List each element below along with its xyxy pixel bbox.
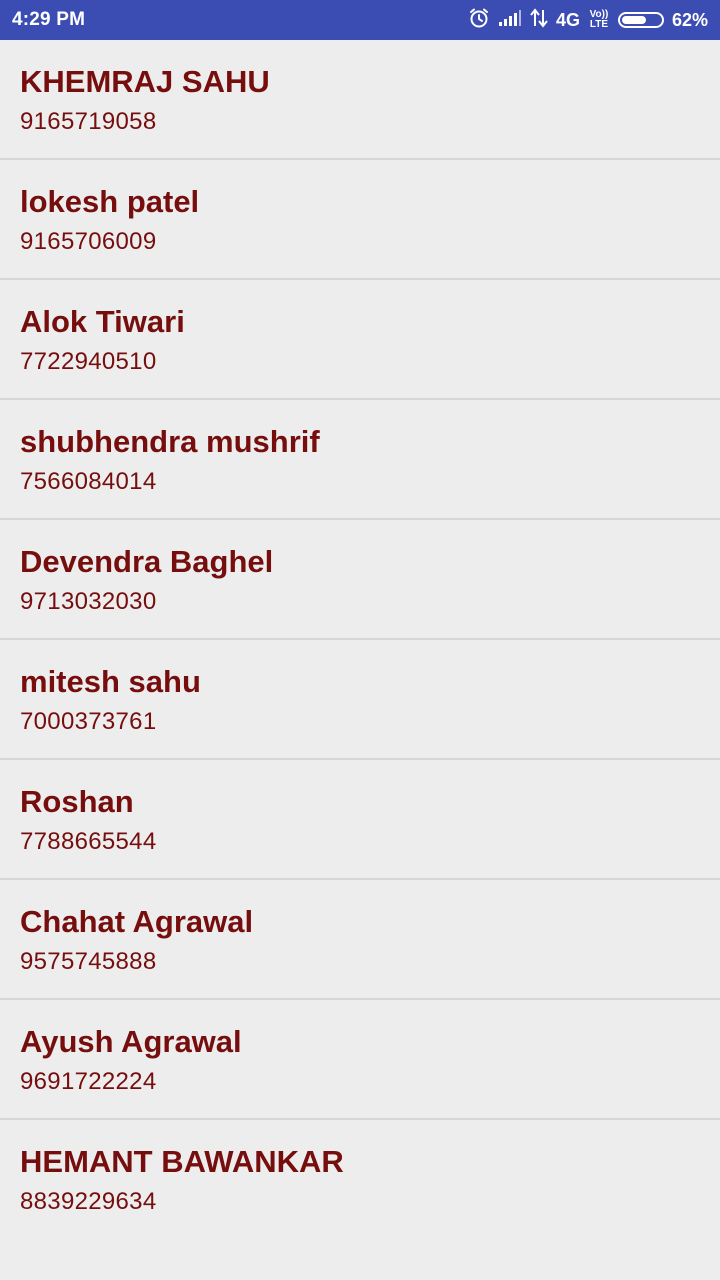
contact-item[interactable]: Devendra Baghel 9713032030 [0,520,720,640]
contact-name: HEMANT BAWANKAR [20,1144,344,1179]
alarm-icon [468,7,490,34]
contact-phone: 9165706009 [20,228,157,255]
status-icons: 4G Vo)) LTE 62% [468,0,708,40]
contact-item[interactable]: shubhendra mushrif 7566084014 [0,400,720,520]
contact-item[interactable]: KHEMRAJ SAHU 9165719058 [0,40,720,160]
signal-icon [498,9,522,32]
contact-name: Alok Tiwari [20,304,185,339]
volte-icon: Vo)) LTE [588,10,610,30]
contact-name: Chahat Agrawal [20,904,254,939]
contact-name: Devendra Baghel [20,544,274,579]
contact-phone: 9713032030 [20,588,157,615]
contact-phone: 7788665544 [20,828,157,855]
contact-name: mitesh sahu [20,664,201,699]
battery-fill [621,16,646,24]
contact-item[interactable]: Ayush Agrawal 9691722224 [0,1000,720,1120]
contact-phone: 7566084014 [20,468,157,495]
contact-name: Roshan [20,784,134,819]
contact-phone: 7000373761 [20,708,157,735]
contact-phone: 9691722224 [20,1068,157,1095]
battery-percent: 62% [671,9,708,30]
status-time: 4:29 PM [12,9,86,30]
contact-item[interactable]: Chahat Agrawal 9575745888 [0,880,720,1000]
contact-list: KHEMRAJ SAHU 9165719058 lokesh patel 916… [0,40,720,1240]
contact-phone: 8839229634 [20,1188,157,1215]
data-arrows-icon [530,7,548,33]
contact-phone: 9575745888 [20,948,157,975]
contact-name: KHEMRAJ SAHU [20,64,270,99]
contact-name: lokesh patel [20,184,200,219]
contact-phone: 9165719058 [20,108,157,135]
battery-icon [617,12,664,28]
status-bar: 4:29 PM 4G Vo)) LTE 62% [0,0,720,40]
contact-item[interactable]: Alok Tiwari 7722940510 [0,280,720,400]
contact-item[interactable]: Roshan 7788665544 [0,760,720,880]
contact-phone: 7722940510 [20,348,157,375]
network-type: 4G [555,9,580,30]
contact-item[interactable]: mitesh sahu 7000373761 [0,640,720,760]
contact-item[interactable]: HEMANT BAWANKAR 8839229634 [0,1120,720,1240]
volte-bottom: LTE [589,19,609,30]
contact-item[interactable]: lokesh patel 9165706009 [0,160,720,280]
contact-name: Ayush Agrawal [20,1024,242,1059]
contact-name: shubhendra mushrif [20,424,320,459]
